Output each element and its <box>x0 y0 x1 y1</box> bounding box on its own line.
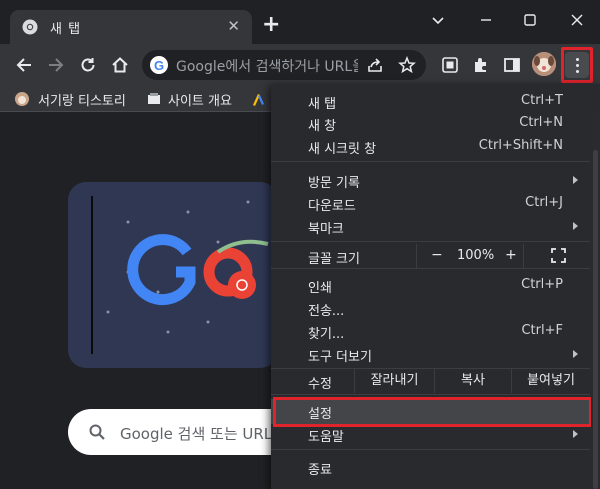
menu-label: 북마크 <box>308 222 344 237</box>
profile-avatar[interactable] <box>532 52 556 76</box>
menu-label: 새 탭 <box>308 97 337 112</box>
google-g-icon: G <box>150 56 168 74</box>
menu-separator <box>271 449 590 450</box>
fullscreen-button[interactable] <box>523 244 590 268</box>
bookmark-site-overview[interactable]: 사이트 개요 <box>168 90 232 109</box>
menu-item-print[interactable]: 인쇄 Ctrl+P <box>271 274 590 296</box>
forward-arrow-icon[interactable] <box>46 55 66 75</box>
tab-close-icon[interactable]: ✕ <box>227 18 240 34</box>
menu-item-new-window[interactable]: 새 창 Ctrl+N <box>271 112 590 134</box>
chrome-icon <box>22 19 38 35</box>
menu-separator <box>271 161 590 162</box>
tistory-favicon-icon <box>15 92 29 106</box>
zoom-out-button[interactable]: − <box>431 247 443 263</box>
menu-label: 새 창 <box>308 119 337 134</box>
search-box[interactable]: Google 검색 또는 URL 입력 <box>68 409 305 455</box>
menu-separator <box>271 241 590 242</box>
profile-picture-icon <box>532 52 556 76</box>
menu-item-cast[interactable]: 전송... <box>271 297 590 319</box>
menu-label: 새 시크릿 창 <box>308 142 377 157</box>
scrollbar-thumb[interactable] <box>593 150 598 489</box>
menu-shortcut: Ctrl+F <box>521 323 563 338</box>
minimize-icon[interactable] <box>476 10 496 30</box>
submenu-arrow-icon <box>573 176 578 184</box>
menu-label: 찾기... <box>308 327 345 342</box>
google-doodle[interactable] <box>68 182 278 368</box>
zoom-value: 100% <box>457 248 495 263</box>
new-tab-button[interactable]: + <box>262 14 280 36</box>
menu-label: 도구 더보기 <box>308 350 372 365</box>
search-icon <box>89 424 105 440</box>
fullscreen-icon <box>551 248 566 263</box>
maximize-icon[interactable] <box>520 10 540 30</box>
bookmark-tistory[interactable]: 서기랑 티스토리 <box>38 90 126 109</box>
menu-label: 인쇄 <box>308 281 332 296</box>
menu-label: 종료 <box>308 463 332 478</box>
paste-button[interactable]: 붙여넣기 <box>511 369 590 393</box>
menu-item-bookmarks[interactable]: 북마크 <box>271 215 590 237</box>
tab-new-tab[interactable]: 새 탭 ✕ <box>10 10 252 44</box>
menu-item-downloads[interactable]: 다운로드 Ctrl+J <box>271 192 590 214</box>
menu-shortcut: Ctrl+N <box>519 115 563 130</box>
bookmark-star-icon[interactable] <box>398 56 416 74</box>
menu-label: 방문 기록 <box>308 176 360 191</box>
share-icon[interactable] <box>366 56 384 74</box>
menu-label: 수정 <box>308 377 332 392</box>
highlight-box-menu-button <box>561 47 593 83</box>
toolbar: G Google에서 검색하거나 URL을 입력하세요 <box>0 44 600 86</box>
menu-separator <box>271 268 590 269</box>
window-close-icon[interactable] <box>567 10 587 30</box>
submenu-arrow-icon <box>573 222 578 230</box>
side-panel-icon[interactable] <box>502 55 522 75</box>
menu-label: 도움말 <box>308 430 344 445</box>
cut-button[interactable]: 잘라내기 <box>354 369 434 393</box>
reload-icon[interactable] <box>78 55 98 75</box>
capture-extension-icon[interactable] <box>440 55 460 75</box>
submenu-arrow-icon <box>573 350 578 358</box>
edit-label: 수정 <box>271 370 351 392</box>
tab-strip: 새 탭 ✕ + <box>0 0 600 44</box>
menu-item-incognito[interactable]: 새 시크릿 창 Ctrl+Shift+N <box>271 135 590 157</box>
chrome-menu: 새 탭 Ctrl+T 새 창 Ctrl+N 새 시크릿 창 Ctrl+Shift… <box>271 84 600 489</box>
home-icon[interactable] <box>110 55 130 75</box>
address-bar[interactable]: G Google에서 검색하거나 URL을 입력하세요 <box>142 50 426 80</box>
zoom-row: 글꼴 크기 − 100% + <box>271 244 590 268</box>
tab-search-chevron-icon[interactable] <box>428 10 448 30</box>
zoom-label: 글꼴 크기 <box>271 245 411 267</box>
site-overview-favicon-icon <box>148 93 160 104</box>
menu-shortcut: Ctrl+T <box>521 93 563 108</box>
menu-separator <box>271 394 590 395</box>
edit-row: 수정 잘라내기 복사 붙여넣기 <box>271 369 590 393</box>
back-arrow-icon[interactable] <box>14 55 34 75</box>
extensions-puzzle-icon[interactable] <box>471 55 491 75</box>
tab-title: 새 탭 <box>50 22 82 37</box>
doodle-image-icon <box>91 196 269 354</box>
submenu-arrow-icon <box>573 430 578 438</box>
google-ads-favicon-icon <box>253 94 264 106</box>
address-bar-placeholder: Google에서 검색하거나 URL을 입력하세요 <box>176 59 358 75</box>
menu-label: 전송... <box>308 304 345 319</box>
zoom-in-button[interactable]: + <box>505 247 517 263</box>
copy-button[interactable]: 복사 <box>434 369 511 393</box>
menu-shortcut: Ctrl+Shift+N <box>478 138 563 153</box>
menu-item-more-tools[interactable]: 도구 더보기 <box>271 343 590 365</box>
menu-item-new-tab[interactable]: 새 탭 Ctrl+T <box>271 90 590 112</box>
menu-shortcut: Ctrl+J <box>525 195 563 210</box>
menu-label: 다운로드 <box>308 199 356 214</box>
menu-item-history[interactable]: 방문 기록 <box>271 169 590 191</box>
highlight-box-settings <box>273 397 592 427</box>
zoom-controls: − 100% + <box>416 244 523 268</box>
menu-shortcut: Ctrl+P <box>521 277 563 292</box>
menu-item-exit[interactable]: 종료 <box>271 456 590 478</box>
menu-item-find[interactable]: 찾기... Ctrl+F <box>271 320 590 342</box>
menu-label: 글꼴 크기 <box>308 252 360 267</box>
